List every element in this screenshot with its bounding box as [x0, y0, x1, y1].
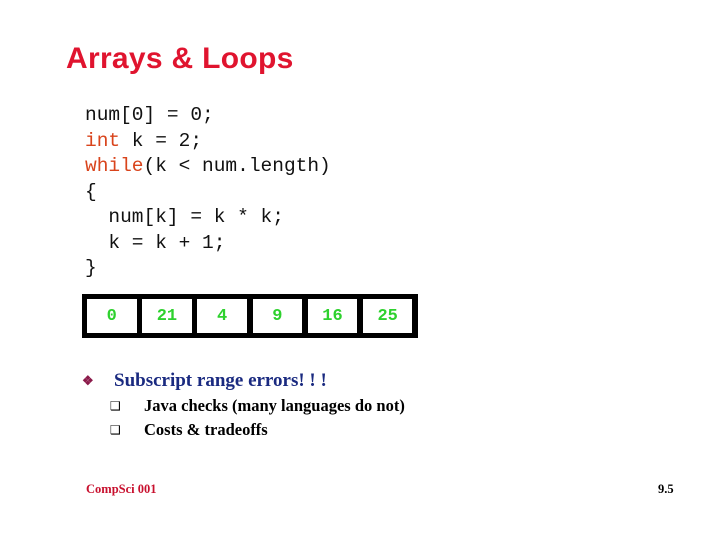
sub-bullet-item: ❑ Costs & tradeoffs [110, 418, 405, 442]
code-line: int k = 2; [85, 129, 331, 155]
code-line: num[k] = k * k; [85, 205, 331, 231]
code-text: { [85, 180, 97, 203]
sub-bullet-text: Java checks (many languages do not) [144, 396, 405, 415]
code-text: num[k] = k * k; [85, 206, 284, 228]
bullet-text: Subscript range errors! ! ! [114, 370, 327, 391]
code-text: num[0] = 0; [85, 104, 214, 126]
square-bullet-icon: ❑ [110, 423, 121, 437]
code-line: } [85, 256, 331, 282]
slide-title: Arrays & Loops [66, 42, 294, 75]
array-cell: 16 [307, 299, 358, 333]
bullet-item: ❖ Subscript range errors! ! ! [80, 368, 405, 394]
diamond-bullet-icon: ❖ [82, 373, 94, 388]
code-text: k = 2; [120, 129, 203, 152]
code-block: num[0] = 0; int k = 2; while(k < num.lengt… [85, 103, 331, 282]
square-bullet-icon: ❑ [110, 399, 121, 413]
code-text: (k < num.length) [143, 155, 331, 177]
array-cell: 9 [252, 299, 303, 333]
array-cell: 21 [142, 299, 192, 333]
code-text: } [85, 257, 97, 279]
array-diagram: 0 21 4 9 16 25 [82, 294, 419, 338]
code-line: while(k < num.length) [85, 154, 331, 180]
code-keyword: while [85, 155, 144, 177]
slide-number: 9.5 [658, 482, 674, 496]
code-line: { [85, 180, 331, 206]
array-cell: 4 [197, 299, 247, 333]
bullet-list: ❖ Subscript range errors! ! ! ❑ Java che… [80, 368, 405, 442]
code-text: k = k + 1; [85, 231, 226, 254]
array-cell: 0 [87, 299, 137, 333]
code-line: k = k + 1; [85, 231, 331, 257]
code-keyword: int [85, 129, 121, 152]
footer-course: CompSci 001 [86, 482, 157, 496]
sub-bullet-item: ❑ Java checks (many languages do not) [110, 394, 405, 418]
code-line: num[0] = 0; [85, 103, 331, 129]
sub-bullet-text: Costs & tradeoffs [144, 420, 268, 439]
array-cell: 25 [362, 299, 413, 333]
